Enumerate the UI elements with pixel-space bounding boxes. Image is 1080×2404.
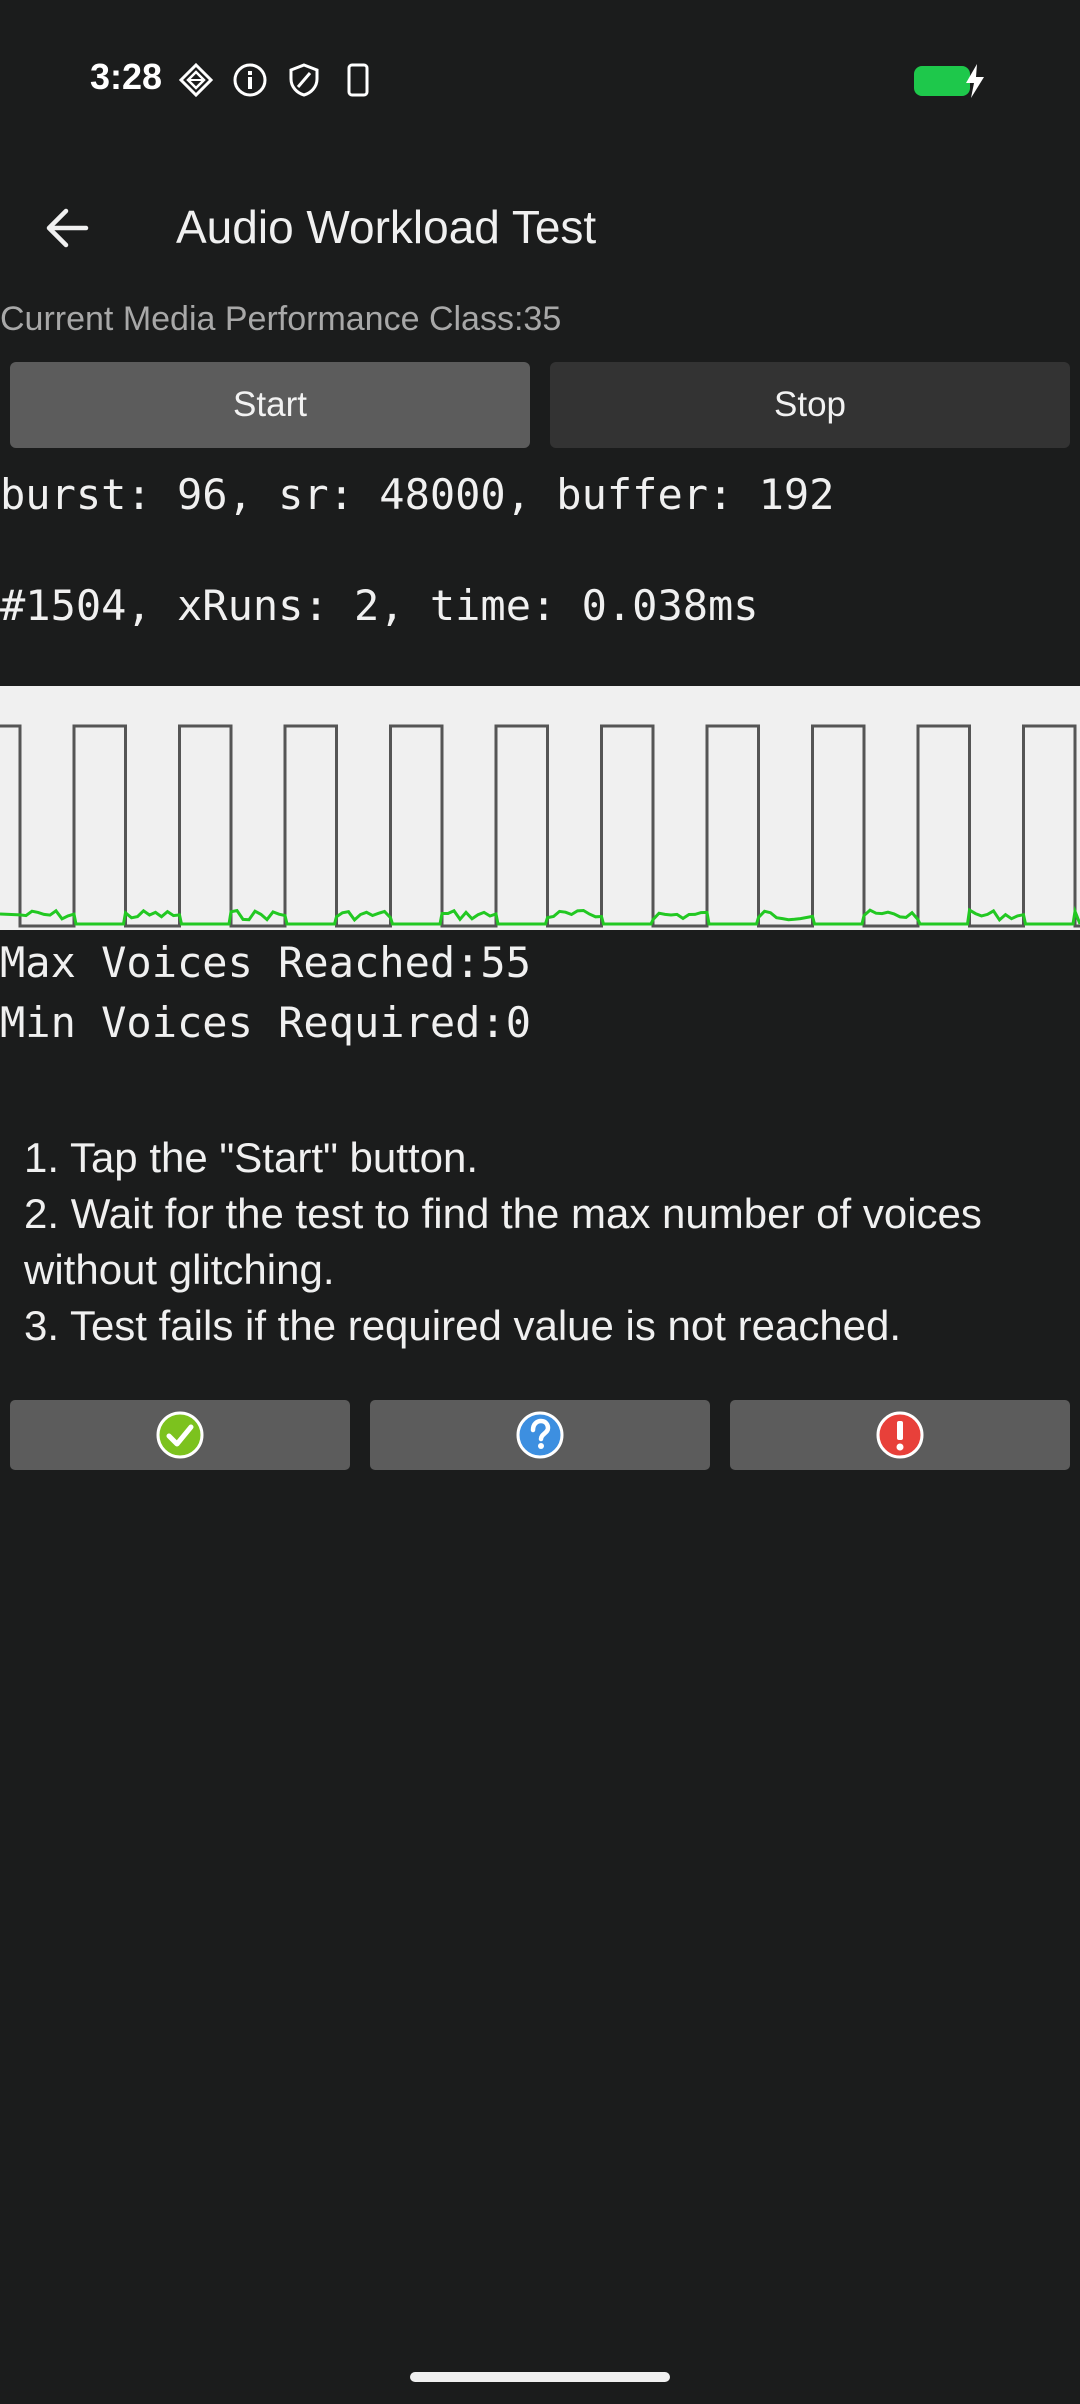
status-time: 3:28: [90, 56, 163, 97]
stop-button[interactable]: Stop: [550, 362, 1070, 448]
exclamation-fail-icon: [876, 1411, 924, 1459]
min-voices-required: Min Voices Required:0: [0, 998, 532, 1047]
start-button[interactable]: Start: [10, 362, 530, 448]
stats-config-line: burst: 96, sr: 48000, buffer: 192: [0, 470, 835, 519]
max-voices-reached: Max Voices Reached:55: [0, 938, 532, 987]
arrow-left-icon[interactable]: [36, 196, 100, 260]
phone-icon: [347, 63, 369, 97]
check-pass-icon: [156, 1411, 204, 1459]
shield-icon: [289, 63, 319, 97]
media-performance-class: Current Media Performance Class:35: [0, 300, 562, 338]
charging-bolt-icon: [966, 64, 984, 98]
info-button[interactable]: [370, 1400, 710, 1470]
question-info-icon: [516, 1411, 564, 1459]
instruction-step-1: 1. Tap the "Start" button.: [24, 1134, 479, 1181]
pass-button[interactable]: [10, 1400, 350, 1470]
instruction-step-2: 2. Wait for the test to find the max num…: [24, 1190, 982, 1293]
instructions: 1. Tap the "Start" button. 2. Wait for t…: [24, 1130, 1044, 1354]
page-title: Audio Workload Test: [176, 201, 597, 253]
fail-button[interactable]: [730, 1400, 1070, 1470]
stats-run-line: #1504, xRuns: 2, time: 0.038ms: [0, 581, 759, 630]
info-icon: [233, 63, 267, 97]
diamond-icon: [178, 62, 214, 98]
home-indicator[interactable]: [410, 2372, 670, 2382]
workload-graph: [0, 686, 1080, 930]
instruction-step-3: 3. Test fails if the required value is n…: [24, 1302, 902, 1349]
